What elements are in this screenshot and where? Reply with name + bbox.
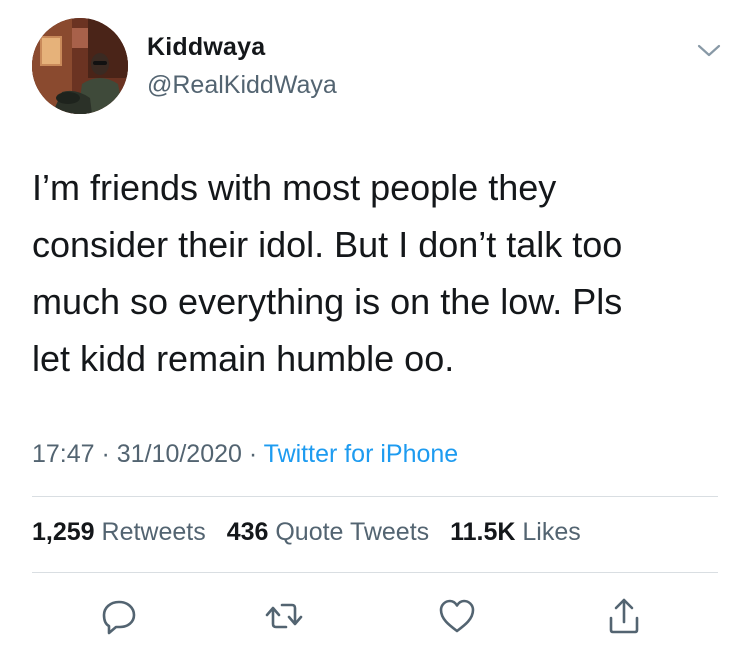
quote-tweets-count: 436	[226, 518, 269, 546]
tweet-source-link[interactable]: Twitter for iPhone	[264, 440, 459, 468]
quote-tweets-label: Quote Tweets	[275, 518, 430, 546]
tweet-card: Kiddwaya @RealKiddWaya I’m friends with …	[0, 0, 750, 645]
quote-tweets-stat[interactable]: 436 Quote Tweets	[227, 518, 429, 546]
meta-separator: ·	[241, 440, 264, 468]
retweet-button[interactable]	[264, 596, 304, 636]
tweet-metadata: 17:47 · 31/10/2020 · Twitter for iPhone	[32, 440, 458, 469]
likes-label: Likes	[522, 518, 581, 546]
retweet-icon	[265, 603, 303, 629]
likes-count: 11.5K	[450, 518, 516, 546]
likes-stat[interactable]: 11.5K Likes	[450, 518, 581, 546]
share-button[interactable]	[604, 596, 644, 636]
tweet-date[interactable]: 31/10/2020	[117, 440, 242, 468]
reply-icon	[102, 600, 136, 635]
avatar[interactable]	[32, 18, 128, 114]
chevron-down-icon[interactable]	[694, 38, 724, 62]
meta-separator: ·	[94, 440, 117, 468]
retweets-stat[interactable]: 1,259 Retweets	[32, 518, 206, 546]
share-icon	[609, 598, 639, 634]
divider	[32, 496, 718, 497]
action-bar	[0, 596, 750, 636]
avatar-image	[32, 18, 128, 114]
retweets-count: 1,259	[32, 518, 95, 546]
like-button[interactable]	[437, 596, 477, 636]
tweet-time[interactable]: 17:47	[32, 440, 95, 468]
divider	[32, 572, 718, 573]
engagement-stats: 1,259 Retweets 436 Quote Tweets 11.5K Li…	[32, 518, 595, 547]
user-handle[interactable]: @RealKiddWaya	[147, 71, 337, 100]
reply-button[interactable]	[99, 596, 139, 636]
display-name[interactable]: Kiddwaya	[147, 33, 265, 62]
heart-icon	[439, 599, 475, 633]
tweet-text: I’m friends with most people they consid…	[32, 167, 623, 379]
retweets-label: Retweets	[101, 518, 206, 546]
